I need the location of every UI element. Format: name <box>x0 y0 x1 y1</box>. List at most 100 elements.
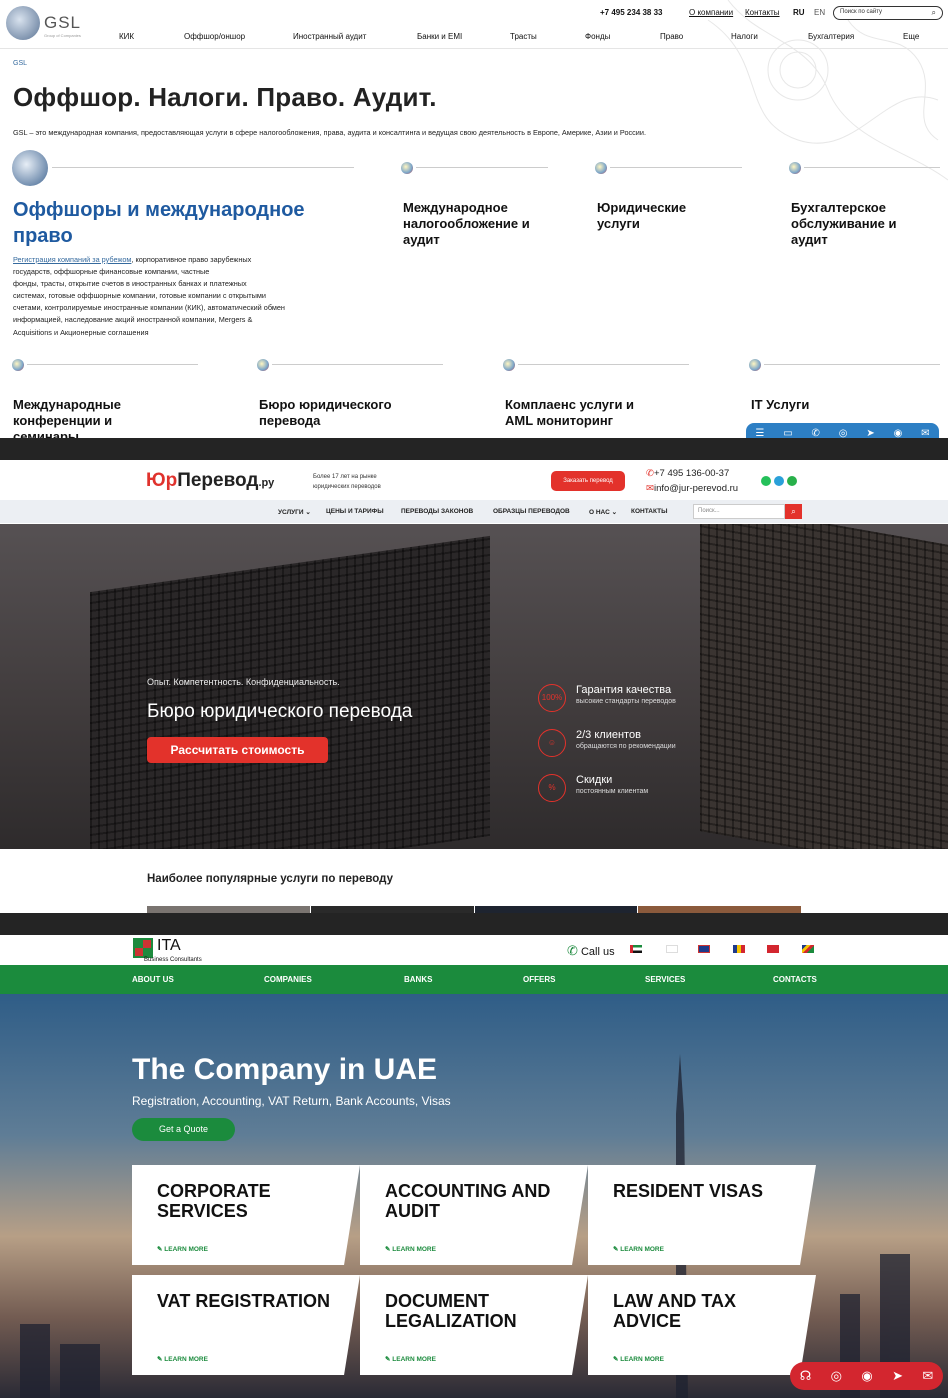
order-translation-button[interactable]: Заказать перевод <box>551 471 625 491</box>
ita-nav-item[interactable]: CONTACTS <box>773 975 817 984</box>
service-card-conferences[interactable]: Международные конференции и семинары <box>13 397 121 438</box>
whatsapp-icon[interactable]: ◎ <box>831 1368 842 1384</box>
card-title-line: ADVICE <box>613 1311 682 1331</box>
gsl-nav-item[interactable]: Еще <box>903 32 919 41</box>
service-card-law-tax[interactable]: LAW AND TAX ADVICE ✎ LEARN MORE <box>588 1275 816 1375</box>
search-icon[interactable]: ⌕ <box>785 504 802 519</box>
gsl-logo-text: GSL <box>44 13 82 32</box>
jur-nav-item[interactable]: УСЛУГИ ⌄ <box>278 508 311 516</box>
mail-icon[interactable]: ✉ <box>921 428 929 439</box>
learn-more-link[interactable]: ✎ LEARN MORE <box>613 1245 664 1253</box>
service-card-it[interactable]: IT Услуги <box>751 397 809 413</box>
pencil-icon: ✎ <box>157 1356 163 1363</box>
viber-icon[interactable]: ◉ <box>861 1368 872 1384</box>
gsl-nav-item[interactable]: Бухгалтерия <box>808 32 854 41</box>
ita-nav-item[interactable]: COMPANIES <box>264 975 312 984</box>
jur-email[interactable]: ✉info@jur-perevod.ru <box>646 483 738 494</box>
service-title-line: AML мониторинг <box>505 413 614 428</box>
company-registration-link[interactable]: Регистрация компаний за рубежом <box>13 255 131 264</box>
service-card-accounting[interactable]: ACCOUNTING AND AUDIT ✎ LEARN MORE <box>360 1165 588 1265</box>
jur-search-input[interactable]: Поиск... <box>693 504 785 519</box>
telegram-icon[interactable]: ➤ <box>892 1368 903 1384</box>
learn-more-link[interactable]: ✎ LEARN MORE <box>385 1355 436 1363</box>
service-thumbnail[interactable] <box>474 906 638 913</box>
call-us-link[interactable]: ✆ Call us <box>567 943 615 959</box>
search-icon[interactable]: ⌕ <box>932 8 936 18</box>
telegram-icon[interactable]: ➤ <box>866 428 874 439</box>
gsl-nav-item[interactable]: Трасты <box>510 32 537 41</box>
gsl-nav-item[interactable]: КИК <box>119 32 134 41</box>
gsl-nav-item[interactable]: Иностранный аудит <box>293 32 366 41</box>
uae-flag-icon[interactable] <box>630 945 642 953</box>
get-quote-button[interactable]: Get a Quote <box>132 1118 235 1141</box>
mail-icon[interactable]: ✉ <box>922 1368 933 1384</box>
service-card-translation[interactable]: Бюро юридического перевода <box>259 397 392 429</box>
divider <box>610 167 742 168</box>
gsl-contacts-link[interactable]: Контакты <box>745 8 780 17</box>
gsl-nav-item[interactable]: Право <box>660 32 683 41</box>
viber-icon[interactable]: ◉ <box>894 428 903 439</box>
service-thumbnail[interactable] <box>147 906 310 913</box>
gsl-phone[interactable]: +7 495 234 38 33 <box>600 8 663 17</box>
service-card-compliance[interactable]: Комплаенс услуги и AML мониторинг <box>505 397 634 429</box>
video-icon[interactable]: ▭ <box>783 428 792 439</box>
cyprus-flag-icon[interactable] <box>666 945 678 953</box>
gsl-lang-ru[interactable]: RU <box>793 8 805 17</box>
learn-more-link[interactable]: ✎ LEARN MORE <box>613 1355 664 1363</box>
service-card-corporate[interactable]: CORPORATE SERVICES ✎ LEARN MORE <box>132 1165 360 1265</box>
divider <box>804 167 940 168</box>
calculate-price-button[interactable]: Рассчитать стоимость <box>147 737 328 763</box>
jur-nav-item[interactable]: ПЕРЕВОДЫ ЗАКОНОВ <box>401 508 473 515</box>
divider <box>27 364 198 365</box>
skype-icon[interactable] <box>787 476 797 486</box>
ita-nav-item[interactable]: OFFERS <box>523 975 555 984</box>
service-card-tax[interactable]: Международное налогообложение и аудит <box>403 200 530 248</box>
service-thumbnail[interactable] <box>638 906 801 913</box>
phone-icon[interactable]: ✆ <box>812 428 820 439</box>
ita-logo[interactable]: ITA Business Consultants <box>133 938 202 963</box>
service-card-accounting[interactable]: Бухгалтерское обслуживание и аудит <box>791 200 896 248</box>
main-service-title-line: Оффшоры и международное <box>13 199 305 221</box>
service-card-vat[interactable]: VAT REGISTRATION ✎ LEARN MORE <box>132 1275 360 1375</box>
gsl-nav-item[interactable]: Банки и EMI <box>417 32 462 41</box>
romania-flag-icon[interactable] <box>733 945 745 953</box>
jur-nav-item[interactable]: О НАС ⌄ <box>589 508 617 516</box>
jur-nav-item[interactable]: ЦЕНЫ И ТАРИФЫ <box>326 508 384 515</box>
jur-nav-item[interactable]: ОБРАЗЦЫ ПЕРЕВОДОВ <box>493 508 570 515</box>
desc-line: Acquisitions и Акционерные соглашения <box>13 327 149 337</box>
jur-phone[interactable]: ✆+7 495 136-00-37 <box>646 468 729 479</box>
learn-more-link[interactable]: ✎ LEARN MORE <box>157 1355 208 1363</box>
headset-icon[interactable]: ☊ <box>800 1368 812 1384</box>
jur-logo[interactable]: ЮрПеревод.ру <box>146 470 274 492</box>
main-service-title[interactable]: Оффшоры и международное право <box>13 197 305 249</box>
whatsapp-icon[interactable]: ◎ <box>839 428 848 439</box>
chat-icon[interactable]: ☰ <box>755 428 764 439</box>
gsl-search-input[interactable]: Поиск по сайту ⌕ <box>833 6 943 20</box>
breadcrumb[interactable]: GSL <box>13 60 27 67</box>
learn-more-link[interactable]: ✎ LEARN MORE <box>157 1245 208 1253</box>
translation-service-icon <box>257 359 269 371</box>
seychelles-flag-icon[interactable] <box>802 945 814 953</box>
service-thumbnail[interactable] <box>310 906 474 913</box>
gsl-nav-item[interactable]: Оффшор/оншор <box>184 32 245 41</box>
service-card-legal[interactable]: Юридические услуги <box>597 200 686 232</box>
learn-more-link[interactable]: ✎ LEARN MORE <box>385 1245 436 1253</box>
gsl-logo[interactable]: GSL Group of Companies <box>6 6 81 40</box>
gsl-nav-item[interactable]: Фонды <box>585 32 610 41</box>
hero-title: Бюро юридического перевода <box>147 701 413 722</box>
percent-icon: % <box>538 774 566 802</box>
gsl-lang-en[interactable]: EN <box>814 8 825 17</box>
gsl-nav-item[interactable]: Налоги <box>731 32 758 41</box>
whatsapp-icon[interactable] <box>761 476 771 486</box>
jur-nav-item[interactable]: КОНТАКТЫ <box>631 508 667 515</box>
ita-nav-item[interactable]: BANKS <box>404 975 432 984</box>
telegram-icon[interactable] <box>774 476 784 486</box>
gsl-about-link[interactable]: О компании <box>689 8 733 17</box>
service-card-visas[interactable]: RESIDENT VISAS ✎ LEARN MORE <box>588 1165 816 1265</box>
hong-kong-flag-icon[interactable] <box>767 945 779 953</box>
ita-nav-item[interactable]: SERVICES <box>645 975 685 984</box>
ita-nav-item[interactable]: ABOUT US <box>132 975 174 984</box>
service-card-legalization[interactable]: DOCUMENT LEGALIZATION ✎ LEARN MORE <box>360 1275 588 1375</box>
uk-flag-icon[interactable] <box>698 945 710 953</box>
service-title-line: Юридические <box>597 200 687 215</box>
